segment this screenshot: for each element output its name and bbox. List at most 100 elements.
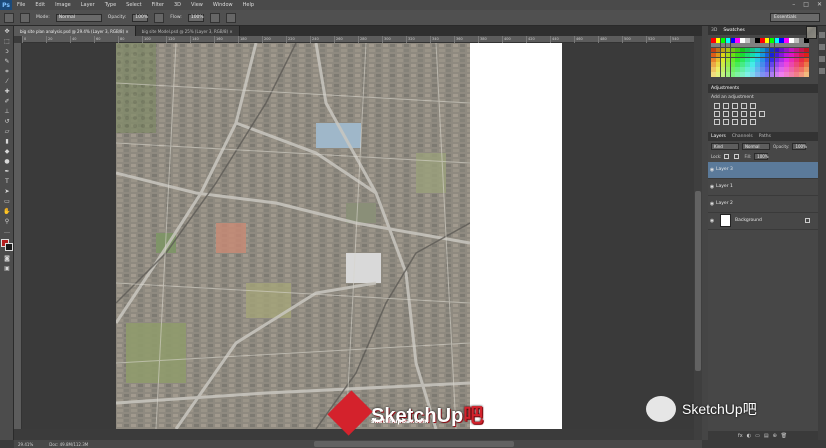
tab-paths[interactable]: Paths <box>759 134 771 139</box>
color-swatch[interactable] <box>789 57 794 63</box>
color-swatch[interactable] <box>750 67 755 72</box>
tab-channels[interactable]: Channels <box>732 134 753 139</box>
brush-tool-icon[interactable]: ✐ <box>2 97 12 106</box>
color-swatch[interactable] <box>711 42 716 48</box>
color-swatch[interactable] <box>735 52 741 58</box>
blend-mode-select[interactable]: Normal <box>742 142 770 150</box>
color-swatch[interactable] <box>740 62 745 68</box>
lock-position-icon[interactable] <box>734 153 740 159</box>
color-swatch[interactable] <box>715 47 721 53</box>
color-swatch[interactable] <box>799 52 804 58</box>
color-swatch[interactable] <box>799 67 804 72</box>
color-swatch[interactable] <box>715 72 721 77</box>
color-swatch[interactable] <box>720 52 726 58</box>
color-swatch[interactable] <box>745 38 750 43</box>
gradient-map-icon[interactable] <box>750 118 756 125</box>
menu-view[interactable]: View <box>186 2 208 8</box>
selective-color-icon[interactable] <box>741 118 747 125</box>
color-swatch[interactable] <box>769 72 775 77</box>
color-swatch[interactable] <box>715 67 721 72</box>
color-swatch[interactable] <box>711 38 716 43</box>
pressure-size-icon[interactable] <box>225 12 236 23</box>
color-swatch[interactable] <box>730 38 736 43</box>
color-swatch[interactable] <box>725 38 731 43</box>
color-lookup-icon[interactable] <box>759 110 765 117</box>
channel-mixer-icon[interactable] <box>750 110 756 117</box>
color-swatch[interactable] <box>789 52 794 58</box>
opacity-field[interactable]: 100% <box>132 13 149 22</box>
color-swatch[interactable] <box>803 47 809 53</box>
color-swatch[interactable] <box>750 47 755 53</box>
color-swatch[interactable] <box>779 38 785 43</box>
color-swatch[interactable] <box>740 57 745 63</box>
color-swatch[interactable] <box>711 52 716 58</box>
background-color[interactable] <box>5 243 13 251</box>
swatch-grid[interactable] <box>708 35 818 80</box>
color-swatch[interactable] <box>784 52 789 58</box>
new-layer-icon[interactable]: ⊕ <box>773 433 777 439</box>
healing-tool-icon[interactable]: ✚ <box>2 87 12 96</box>
menu-type[interactable]: Type <box>100 2 121 8</box>
color-swatch[interactable] <box>803 42 809 48</box>
color-swatch[interactable] <box>803 57 809 63</box>
color-swatch[interactable] <box>799 38 804 43</box>
color-swatch[interactable] <box>774 57 780 63</box>
color-swatch[interactable] <box>725 42 731 48</box>
color-swatch[interactable] <box>769 38 775 43</box>
close-button[interactable]: ✕ <box>817 1 822 8</box>
color-swatch[interactable] <box>784 57 789 63</box>
gradient-tool-icon[interactable]: ▮ <box>2 137 12 146</box>
color-swatch[interactable] <box>759 38 765 43</box>
screen-mode-icon[interactable]: ▣ <box>2 264 12 273</box>
color-swatch[interactable] <box>799 62 804 68</box>
color-swatch[interactable] <box>715 38 721 43</box>
color-swatch[interactable] <box>784 42 789 48</box>
mode-select[interactable]: Normal <box>55 13 102 22</box>
lasso-tool-icon[interactable]: ↄ <box>2 47 12 56</box>
menu-file[interactable]: File <box>12 2 30 8</box>
color-swatch[interactable] <box>789 67 794 72</box>
flow-field[interactable]: 100% <box>187 13 204 22</box>
color-swatch[interactable] <box>769 67 775 72</box>
color-swatch[interactable] <box>735 57 741 63</box>
color-swatch[interactable] <box>803 52 809 58</box>
color-swatch[interactable] <box>730 57 736 63</box>
color-swatch[interactable] <box>769 42 775 48</box>
color-swatch[interactable] <box>779 72 785 77</box>
kind-filter[interactable]: Kind <box>711 142 739 150</box>
fx-icon[interactable]: fx <box>738 433 743 439</box>
brush-preset-icon[interactable] <box>4 12 14 23</box>
blur-tool-icon[interactable]: ◆ <box>2 147 12 156</box>
dodge-tool-icon[interactable]: ● <box>2 157 12 166</box>
color-swatch[interactable] <box>735 38 741 43</box>
color-swatch[interactable] <box>779 67 785 72</box>
color-swatch[interactable] <box>769 57 775 63</box>
color-swatch[interactable] <box>759 57 765 63</box>
color-swatch[interactable] <box>725 57 731 63</box>
color-swatch[interactable] <box>735 72 741 77</box>
color-swatch[interactable] <box>745 67 750 72</box>
minimize-button[interactable]: – <box>792 1 795 8</box>
color-swatch[interactable] <box>740 38 745 43</box>
color-swatch[interactable] <box>735 67 741 72</box>
zoom-tool-icon[interactable]: ⚲ <box>2 217 12 226</box>
color-swatch[interactable] <box>759 67 765 72</box>
color-swatch[interactable] <box>755 62 760 68</box>
menu-image[interactable]: Image <box>50 2 76 8</box>
trash-icon[interactable]: 🗑 <box>781 433 787 439</box>
panel-icon[interactable] <box>819 32 825 38</box>
color-swatch[interactable] <box>711 67 716 72</box>
brightness-adjustment-icon[interactable] <box>714 102 720 109</box>
panel-icon[interactable] <box>819 44 825 50</box>
color-swatch[interactable] <box>745 52 750 58</box>
color-swatch[interactable] <box>715 62 721 68</box>
tab-swatches[interactable]: Swatches <box>723 28 745 33</box>
tab-site-plan-analysis[interactable]: big site plan analysis.psd @ 29.4% (Laye… <box>14 26 136 36</box>
color-swatch[interactable] <box>711 57 716 63</box>
layer-row[interactable]: ◉ Background <box>708 213 818 230</box>
color-swatch[interactable] <box>720 47 726 53</box>
color-swatch[interactable] <box>720 57 726 63</box>
color-swatch[interactable] <box>794 42 799 48</box>
color-swatch[interactable] <box>794 52 799 58</box>
color-swatch[interactable] <box>720 38 726 43</box>
